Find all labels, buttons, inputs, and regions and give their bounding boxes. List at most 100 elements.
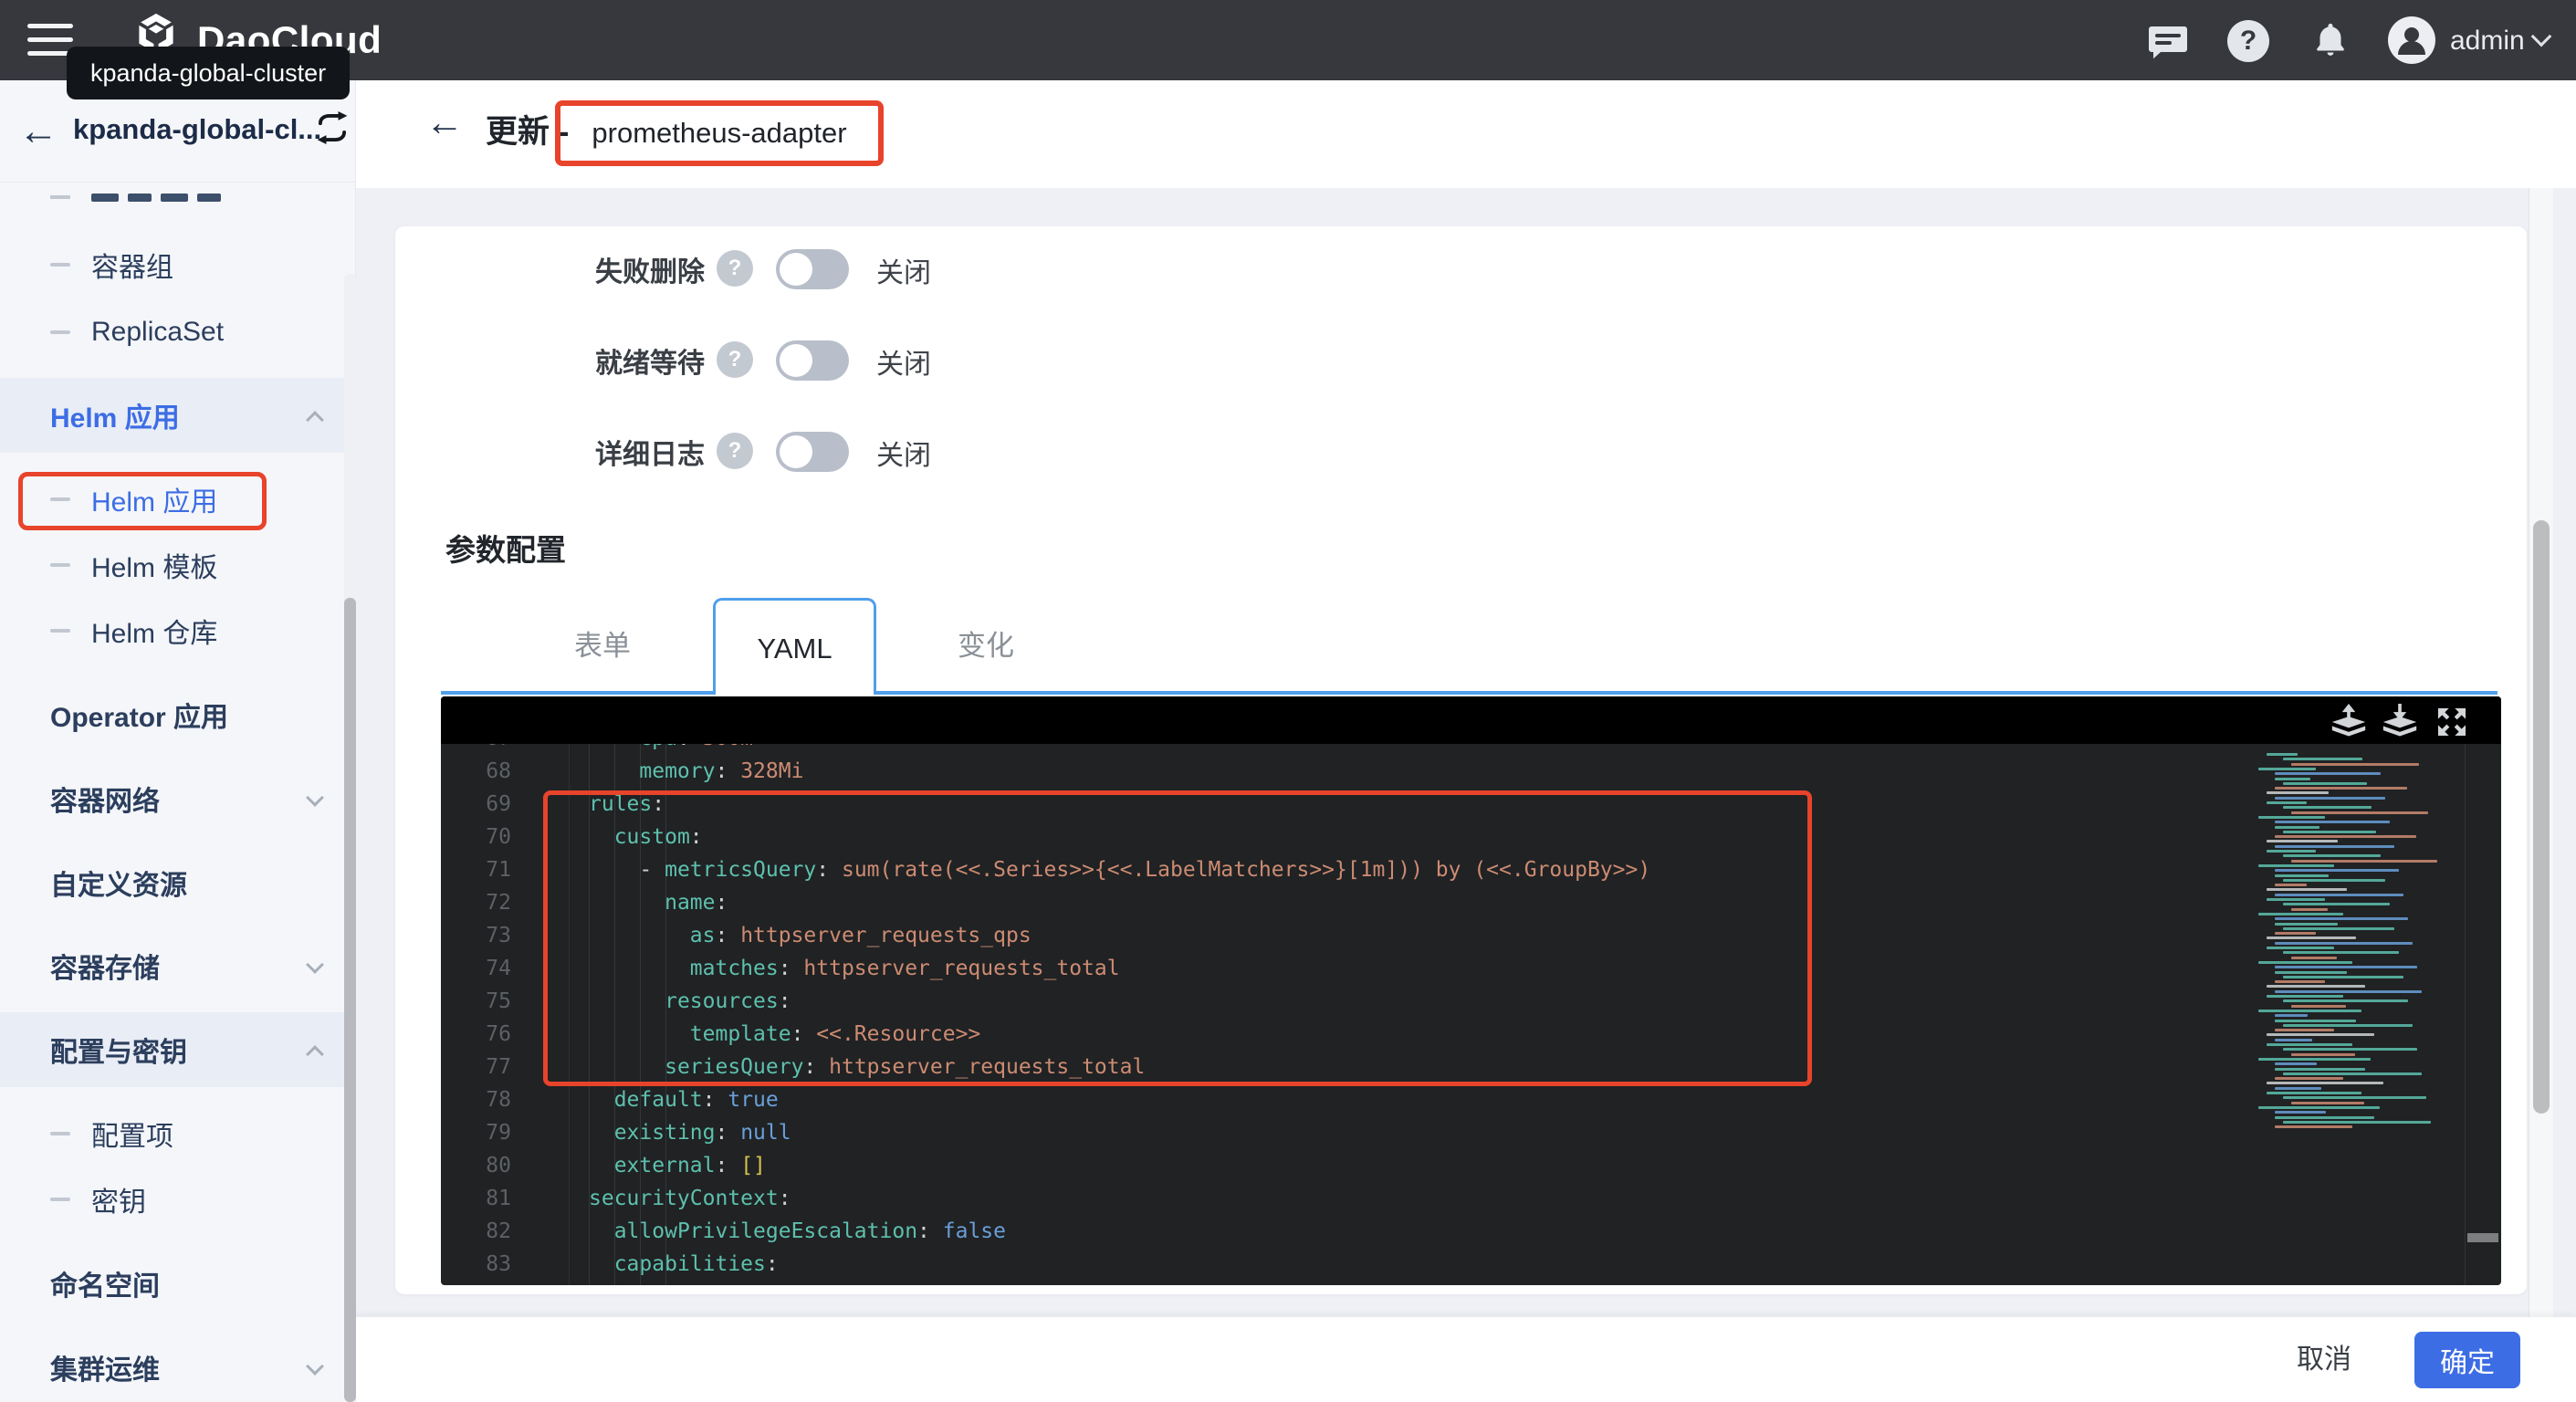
sidebar-item-密钥[interactable]: 密钥 xyxy=(0,1167,356,1232)
user-avatar[interactable] xyxy=(2388,16,2435,64)
code-line-82[interactable]: 82 allowPrivilegeEscalation: false xyxy=(441,1215,2501,1248)
notifications-bell-icon[interactable] xyxy=(2308,18,2353,64)
minimap-line xyxy=(2283,879,2385,882)
minimap-line xyxy=(2267,801,2307,804)
minimap-line xyxy=(2275,980,2325,983)
minimap-line xyxy=(2275,894,2403,896)
tab-表单[interactable]: 表单 xyxy=(574,598,631,695)
page-back-arrow-icon[interactable]: ← xyxy=(425,100,464,144)
minimap-line xyxy=(2267,985,2365,988)
minimap-line xyxy=(2275,1062,2317,1065)
clipped-menu-item[interactable] xyxy=(0,183,356,206)
sidebar-item-容器存储[interactable]: 容器存储 xyxy=(0,933,356,999)
line-number: 83 xyxy=(441,1248,532,1281)
minimap-line xyxy=(2291,908,2328,911)
minimap-line xyxy=(2275,1068,2365,1071)
minimap-line xyxy=(2283,999,2408,1002)
sidebar-item-helm-应用[interactable]: Helm 应用 xyxy=(0,378,356,453)
toggle-switch[interactable] xyxy=(776,249,849,289)
dash-icon xyxy=(50,1132,70,1135)
minimap-line xyxy=(2275,942,2413,945)
question-icon[interactable]: ? xyxy=(717,250,753,287)
sidebar-item-配置与密钥[interactable]: 配置与密钥 xyxy=(0,1012,356,1087)
toggle-switch[interactable] xyxy=(776,432,849,472)
sidebar-item-命名空间[interactable]: 命名空间 xyxy=(0,1250,356,1316)
code-text: existing: null xyxy=(589,1116,791,1149)
chevron-down-icon xyxy=(306,956,324,974)
upload-icon[interactable] xyxy=(2329,704,2369,740)
line-number: 71 xyxy=(441,853,532,886)
line-number: 80 xyxy=(441,1149,532,1182)
editor-minimap[interactable] xyxy=(2253,744,2461,1285)
chevron-down-icon xyxy=(306,789,324,807)
sidebar-item-集群运维[interactable]: 集群运维 xyxy=(0,1334,356,1400)
tab-yaml[interactable]: YAML xyxy=(713,598,876,695)
sidebar-item-helm-模板[interactable]: Helm 模板 xyxy=(0,532,356,598)
minimap-line xyxy=(2291,763,2419,766)
minimap-line xyxy=(2283,831,2376,833)
minimap-line xyxy=(2283,1048,2417,1051)
minimap-line xyxy=(2267,888,2347,891)
sidebar-item-label: 集群运维 xyxy=(50,1347,160,1387)
annotation-box-title: prometheus-adapter xyxy=(555,100,884,166)
sidebar-item-operator-应用[interactable]: Operator 应用 xyxy=(0,682,356,748)
minimap-line xyxy=(2267,850,2316,853)
minimap-line xyxy=(2275,821,2390,823)
sidebar-item-容器组[interactable]: 容器组 xyxy=(0,232,356,298)
sidebar-item-配置项[interactable]: 配置项 xyxy=(0,1101,356,1167)
minimap-line xyxy=(2283,976,2403,978)
sidebar-item-容器网络[interactable]: 容器网络 xyxy=(0,766,356,832)
download-icon[interactable] xyxy=(2380,704,2420,740)
sidebar-item-label: Operator 应用 xyxy=(50,695,228,735)
minimap-line xyxy=(2267,791,2329,794)
minimap-line xyxy=(2275,835,2416,838)
toggle-state: 关闭 xyxy=(876,433,931,473)
code-line-81[interactable]: 81securityContext: xyxy=(441,1182,2501,1215)
code-line-83[interactable]: 83 capabilities: xyxy=(441,1248,2501,1281)
code-line-80[interactable]: 80 external: [] xyxy=(441,1149,2501,1182)
toggle-switch[interactable] xyxy=(776,340,849,381)
minimap-line xyxy=(2275,1125,2352,1128)
help-icon[interactable]: ? xyxy=(2225,18,2271,64)
fullscreen-icon[interactable] xyxy=(2433,704,2473,740)
chevron-up-icon xyxy=(306,1045,324,1063)
cancel-button[interactable]: 取消 xyxy=(2269,1332,2379,1388)
line-number: 72 xyxy=(441,886,532,919)
minimap-line xyxy=(2275,990,2422,993)
sidebar-item-helm-仓库[interactable]: Helm 仓库 xyxy=(0,598,356,664)
annotation-box-yaml-rules xyxy=(543,790,1812,1086)
line-number: 82 xyxy=(441,1215,532,1248)
code-line-79[interactable]: 79 existing: null xyxy=(441,1116,2501,1149)
sidebar-item-自定义资源[interactable]: 自定义资源 xyxy=(0,850,356,915)
question-icon[interactable]: ? xyxy=(717,433,753,469)
sidebar-back-arrow-icon[interactable]: ← xyxy=(18,106,58,157)
line-number: 68 xyxy=(441,755,532,788)
minimap-line xyxy=(2283,927,2394,930)
line-number: 75 xyxy=(441,985,532,1018)
feedback-icon[interactable] xyxy=(2145,18,2191,64)
params-section-title: 参数配置 xyxy=(445,526,566,570)
minimap-line xyxy=(2283,854,2381,857)
sidebar-item-replicaset[interactable]: ReplicaSet xyxy=(0,299,356,365)
minimap-line xyxy=(2267,1033,2374,1036)
toggle-state: 关闭 xyxy=(876,250,931,290)
editor-toolbar xyxy=(441,696,2501,744)
yaml-editor[interactable]: 67 cpu: 300m68 memory: 328Mi69rules:70 c… xyxy=(441,696,2501,1285)
sidebar-scrollbar-thumb[interactable] xyxy=(344,598,356,1402)
code-line-78[interactable]: 78 default: true xyxy=(441,1083,2501,1116)
minimap-line xyxy=(2275,874,2329,877)
toggle-row: 失败删除?关闭 xyxy=(395,243,1399,298)
confirm-button[interactable]: 确定 xyxy=(2414,1332,2520,1388)
question-icon[interactable]: ? xyxy=(717,341,753,378)
editor-scrollbar-thumb[interactable] xyxy=(2467,1233,2498,1242)
line-number: 73 xyxy=(441,919,532,952)
username[interactable]: admin xyxy=(2450,26,2525,57)
minimap-line xyxy=(2283,951,2399,954)
tab-变化[interactable]: 变化 xyxy=(958,598,1014,695)
code-text: capabilities: xyxy=(589,1248,779,1281)
page-scrollbar-thumb[interactable] xyxy=(2533,520,2550,1114)
minimap-line xyxy=(2267,1043,2352,1046)
code-line-68[interactable]: 68 memory: 328Mi xyxy=(441,755,2501,788)
switch-cluster-icon[interactable] xyxy=(314,111,351,149)
user-menu-chevron-down-icon[interactable] xyxy=(2531,26,2552,47)
